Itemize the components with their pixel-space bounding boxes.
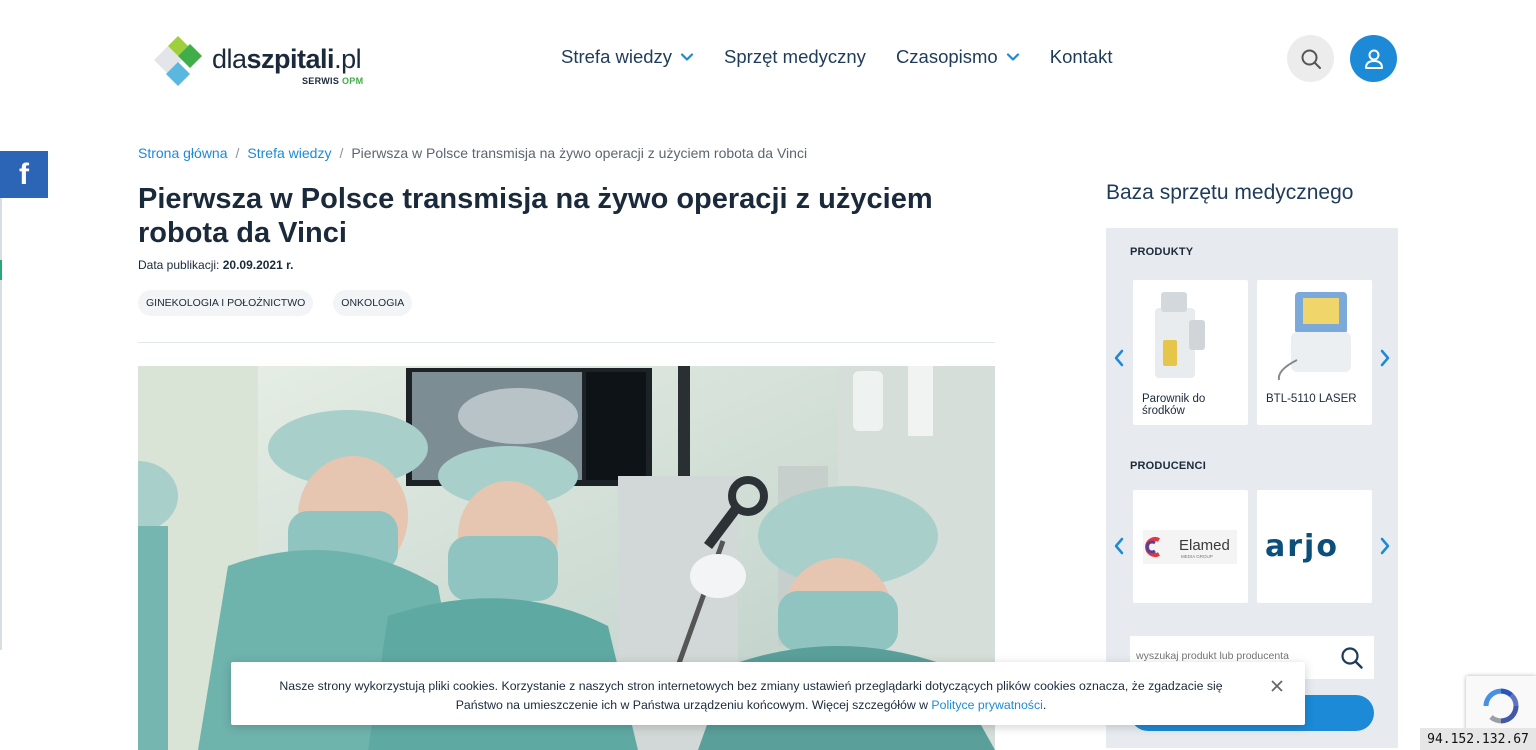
chevron-right-icon[interactable]: [1378, 536, 1392, 556]
nav-item-czasopismo[interactable]: Czasopismo: [896, 46, 1020, 68]
laser-device-image: [1277, 292, 1351, 381]
site-logo[interactable]: dlaszpitali.pl SERWIS OPM: [140, 30, 370, 90]
search-button[interactable]: [1287, 35, 1334, 82]
producer-logo-text: arjo: [1265, 529, 1339, 564]
facebook-icon: f: [19, 157, 29, 191]
cookie-text: Nasze strony wykorzystują pliki cookies.…: [251, 677, 1251, 715]
chevron-down-icon: [1006, 53, 1019, 61]
chevron-left-icon[interactable]: [1112, 348, 1126, 368]
product-name: BTL-5110 LASER: [1266, 393, 1357, 405]
nav-label: Czasopismo: [895, 46, 998, 67]
products-label: PRODUKTY: [1130, 246, 1194, 258]
cookie-banner: Nasze strony wykorzystują pliki cookies.…: [231, 662, 1305, 725]
privacy-policy-link[interactable]: Polityce prywatności: [931, 698, 1042, 712]
producers-label: PRODUCENCI: [1130, 460, 1206, 472]
logo-wordmark: dlaszpitali.pl: [212, 44, 362, 74]
publication-date-value: 20.09.2021 r.: [222, 258, 294, 272]
vaporizer-image: [1155, 292, 1205, 378]
elamed-logo: Elamed MEDIA GROUP: [1143, 530, 1237, 564]
tag-onkologia[interactable]: ONKOLOGIA: [333, 290, 413, 316]
breadcrumb-home[interactable]: Strona główna: [138, 145, 228, 161]
article-tags: GINEKOLOGIA I POŁOŻNICTWO ONKOLOGIA: [138, 290, 432, 316]
product-card[interactable]: Parownik do środków: [1133, 280, 1248, 425]
breadcrumb-separator: /: [235, 145, 240, 161]
main-nav: Strefa wiedzy Sprzęt medyczny Czasopismo…: [561, 46, 1142, 68]
product-card[interactable]: BTL-5110 LASER: [1257, 280, 1372, 425]
divider: [138, 342, 995, 343]
search-icon: [1301, 49, 1321, 69]
publication-date: Data publikacji: 20.09.2021 r.: [138, 258, 293, 272]
arjo-logo: arjo: [1265, 529, 1339, 564]
sidebar-title: Baza sprzętu medycznego: [1106, 181, 1354, 204]
facebook-share-button[interactable]: f: [0, 151, 48, 198]
breadcrumb: Strona główna / Strefa wiedzy / Pierwsza w P…: [138, 145, 807, 161]
recaptcha-icon: [1483, 688, 1519, 724]
cookie-text-line2: Państwo na umieszczenie ich w Państwa ur…: [455, 698, 932, 712]
chevron-right-icon[interactable]: [1378, 348, 1392, 368]
nav-item-strefa-wiedzy[interactable]: Strefa wiedzy: [561, 46, 694, 68]
producer-logo-tagline: MEDIA GROUP: [1181, 554, 1213, 559]
cookie-text-line1: Nasze strony wykorzystują pliki cookies.…: [279, 679, 1223, 693]
close-icon[interactable]: [1270, 679, 1284, 693]
breadcrumb-separator: /: [339, 145, 344, 161]
equipment-search-input[interactable]: [1136, 650, 1326, 662]
logo-mark-icon: [154, 36, 202, 86]
user-icon: [1364, 49, 1383, 69]
chevron-down-icon: [680, 53, 694, 61]
site-header: dlaszpitali.pl SERWIS OPM Strefa wiedzy …: [0, 0, 1536, 120]
nav-label: Kontakt: [1049, 46, 1113, 67]
logo-subtitle: SERWIS OPM: [302, 76, 364, 86]
producer-card-elamed[interactable]: Elamed MEDIA GROUP: [1133, 490, 1248, 603]
user-account-button[interactable]: [1350, 35, 1397, 82]
breadcrumb-section[interactable]: Strefa wiedzy: [247, 145, 331, 161]
publication-date-label: Data publikacji:: [138, 258, 220, 272]
social-rail-accent: [0, 260, 2, 280]
nav-item-sprzet-medyczny[interactable]: Sprzęt medyczny: [724, 46, 866, 68]
nav-label: Strefa wiedzy: [561, 46, 673, 67]
producer-logo-text: Elamed: [1179, 537, 1230, 554]
breadcrumb-current: Pierwsza w Polsce transmisja na żywo ope…: [351, 145, 808, 161]
search-icon[interactable]: [1340, 646, 1364, 670]
tag-ginekologia[interactable]: GINEKOLOGIA I POŁOŻNICTWO: [138, 290, 314, 316]
ip-address-badge: 94.152.132.67: [1420, 728, 1536, 750]
recaptcha-badge[interactable]: [1466, 676, 1536, 736]
cookie-text-end: .: [1042, 698, 1047, 712]
nav-label: Sprzęt medyczny: [724, 46, 866, 67]
producer-card-arjo[interactable]: arjo: [1257, 490, 1372, 603]
nav-item-kontakt[interactable]: Kontakt: [1050, 46, 1113, 68]
chevron-left-icon[interactable]: [1112, 536, 1126, 556]
article-title: Pierwsza w Polsce transmisja na żywo ope…: [138, 183, 933, 249]
product-name: Parownik do środków: [1142, 393, 1206, 417]
